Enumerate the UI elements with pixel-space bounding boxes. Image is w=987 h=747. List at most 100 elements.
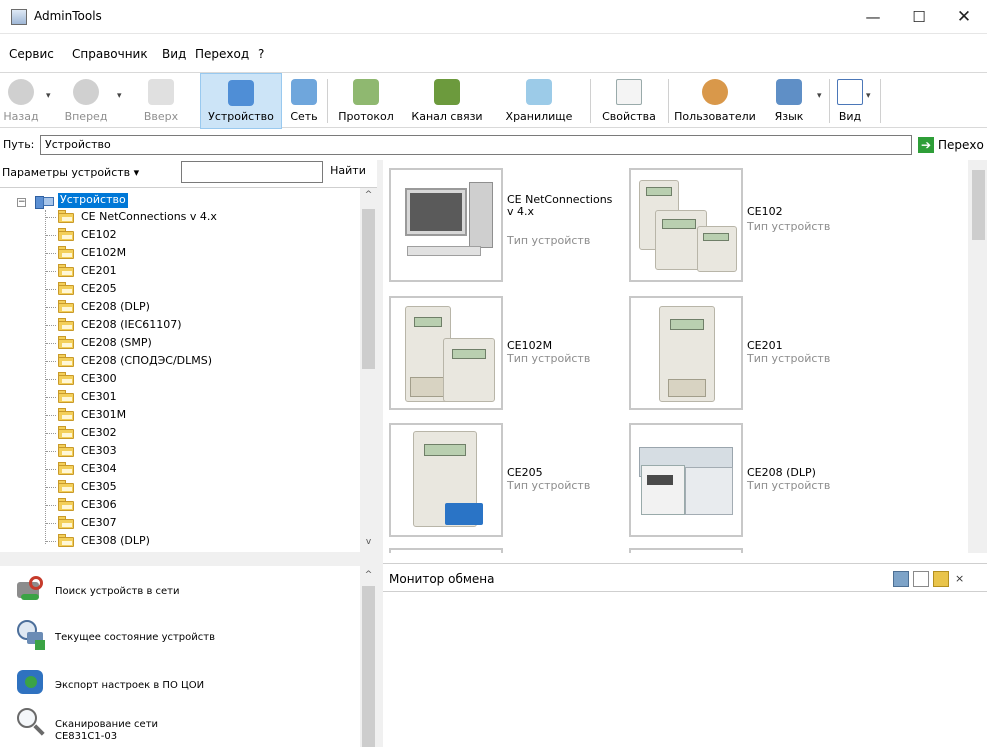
path-input[interactable]: Устройство xyxy=(40,135,912,155)
view-dropdown[interactable]: ▾ xyxy=(866,91,871,101)
tree-connector xyxy=(46,523,56,524)
tree-item-label: CE102 xyxy=(81,228,117,241)
task-label: Поиск устройств в сети xyxy=(55,586,180,597)
tree-connector xyxy=(46,307,56,308)
folder-icon xyxy=(57,407,77,423)
tree-root-label[interactable]: Устройство xyxy=(58,193,128,208)
device-name: CE102M xyxy=(507,339,553,352)
device-name: CE102 xyxy=(747,205,783,218)
view-button[interactable]: Вид xyxy=(832,73,868,129)
menu-reference[interactable]: Справочник xyxy=(72,47,148,61)
storage-label: Хранилище xyxy=(505,110,573,123)
tree-item-label: CE302 xyxy=(81,426,117,439)
menu-help[interactable]: ? xyxy=(258,47,264,61)
toolbar: Назад ▾ Вперед ▾ Вверх Устройство Сеть П… xyxy=(0,72,987,129)
device-card-partial[interactable] xyxy=(629,548,743,553)
folder-icon xyxy=(57,515,77,531)
device-button[interactable]: Устройство xyxy=(200,73,282,129)
scroll-up-arrow-icon[interactable]: ^ xyxy=(360,190,377,204)
task-label: Текущее состояние устройств xyxy=(55,632,215,643)
storage-button[interactable]: Хранилище xyxy=(491,73,587,129)
tree-item-label: CE300 xyxy=(81,372,117,385)
users-button[interactable]: Пользователи xyxy=(671,73,759,129)
network-button[interactable]: Сеть xyxy=(284,73,324,129)
menu-view[interactable]: Вид xyxy=(162,47,186,61)
new-document-icon[interactable] xyxy=(913,571,929,587)
panel-splitter[interactable] xyxy=(0,552,377,566)
scroll-up-arrow-icon[interactable]: ^ xyxy=(360,570,377,582)
back-button[interactable]: Назад xyxy=(0,73,42,129)
tree-item-label: CE301 xyxy=(81,390,117,403)
go-button[interactable]: Перехо xyxy=(938,138,984,152)
device-params-dropdown[interactable]: Параметры устройств ▾ xyxy=(0,163,178,183)
device-card[interactable]: CE201 Тип устройств xyxy=(623,288,856,410)
device-card[interactable]: CE NetConnections v 4.x Тип устройств xyxy=(383,160,616,282)
device-card[interactable]: CE205 Тип устройств xyxy=(383,415,616,537)
protocol-icon xyxy=(353,79,379,105)
toolbar-separator xyxy=(590,79,591,123)
channel-label: Канал связи xyxy=(411,110,483,123)
toolbar-separator xyxy=(829,79,830,123)
tree-item-label: CE208 (SMP) xyxy=(81,336,152,349)
folder-icon xyxy=(57,353,77,369)
device-card[interactable]: CE102M Тип устройств xyxy=(383,288,616,410)
menu-navigate[interactable]: Переход xyxy=(195,47,249,61)
properties-button[interactable]: Свойства xyxy=(593,73,665,129)
folder-icon xyxy=(57,533,77,549)
tree-connector xyxy=(46,541,56,542)
find-button[interactable]: Найти xyxy=(323,161,373,183)
tree-collapse-toggle[interactable]: − xyxy=(17,198,26,207)
forward-history-dropdown[interactable]: ▾ xyxy=(117,91,122,101)
device-type: Тип устройств xyxy=(747,352,831,365)
tree-item-label: CE306 xyxy=(81,498,117,511)
minimize-button[interactable]: — xyxy=(850,0,896,34)
device-type: Тип устройств xyxy=(747,220,831,233)
language-button[interactable]: Язык xyxy=(762,73,816,129)
folder-icon xyxy=(57,335,77,351)
maximize-button[interactable]: ☐ xyxy=(896,0,942,34)
folder-icon xyxy=(57,317,77,333)
users-label: Пользователи xyxy=(674,110,756,123)
tree-connector xyxy=(46,451,56,452)
tasks-panel: Поиск устройств в сети Текущее состояние… xyxy=(0,566,377,747)
close-panel-icon[interactable]: × xyxy=(955,571,965,587)
forward-button[interactable]: Вперед xyxy=(58,73,114,129)
back-label: Назад xyxy=(3,110,39,123)
device-tree-root-icon xyxy=(33,194,55,211)
channel-button[interactable]: Канал связи xyxy=(404,73,490,129)
search-input[interactable] xyxy=(181,161,323,183)
users-icon xyxy=(702,79,728,105)
menu-service[interactable]: Сервис xyxy=(9,47,54,61)
protocol-label: Протокол xyxy=(338,110,394,123)
tasks-scroll-thumb[interactable] xyxy=(362,586,375,747)
device-card[interactable]: CE102 Тип устройств xyxy=(623,160,856,282)
scroll-down-arrow-icon[interactable]: v xyxy=(360,537,377,551)
monitor-log[interactable] xyxy=(383,592,987,747)
language-dropdown[interactable]: ▾ xyxy=(817,91,822,101)
save-icon[interactable] xyxy=(893,571,909,587)
computer-image xyxy=(389,168,503,282)
tree-item-label: CE102M xyxy=(81,246,127,259)
folder-icon xyxy=(57,245,77,261)
tree-scroll-thumb[interactable] xyxy=(362,209,375,369)
magnifier-icon xyxy=(15,706,47,738)
device-card[interactable]: CE208 (DLP) Тип устройств xyxy=(623,415,856,537)
tree-item-label: CE307 xyxy=(81,516,117,529)
device-grid: CE NetConnections v 4.x Тип устройств CE… xyxy=(383,160,987,553)
tree-item-label: CE208 (СПОДЭС/DLMS) xyxy=(81,354,213,367)
back-history-dropdown[interactable]: ▾ xyxy=(46,91,51,101)
grid-scroll-thumb[interactable] xyxy=(972,170,985,240)
toolbar-separator xyxy=(880,79,881,123)
device-card-partial[interactable] xyxy=(389,548,503,553)
go-arrow-icon[interactable]: ➔ xyxy=(918,137,934,153)
clear-log-icon[interactable] xyxy=(933,571,949,587)
tree-connector xyxy=(46,217,56,218)
protocol-button[interactable]: Протокол xyxy=(330,73,402,129)
device-type: Тип устройств xyxy=(507,352,591,365)
close-button[interactable]: ✕ xyxy=(941,0,987,34)
folder-icon xyxy=(57,443,77,459)
up-button[interactable]: Вверх xyxy=(128,73,194,129)
device-name: CE208 (DLP) xyxy=(747,466,816,479)
tree-item-label: CE304 xyxy=(81,462,117,475)
up-folder-icon xyxy=(148,79,174,105)
